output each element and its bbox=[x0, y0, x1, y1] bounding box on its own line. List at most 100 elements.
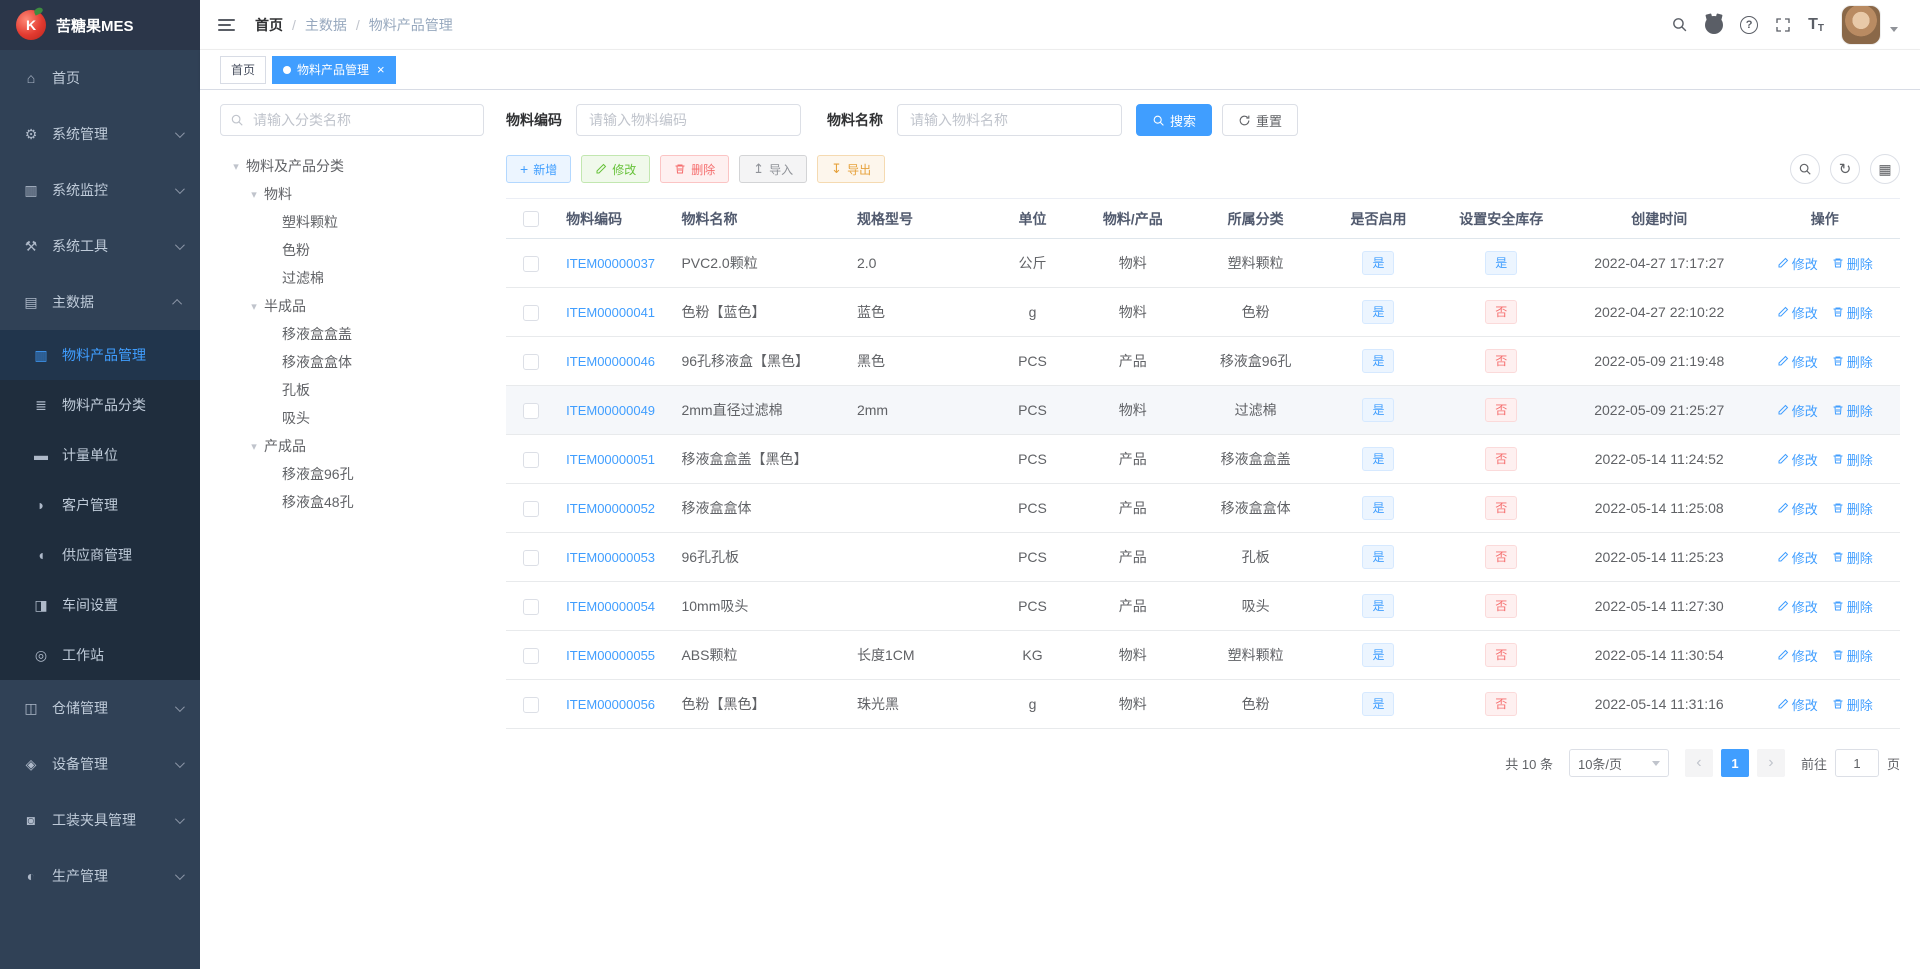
caret-down-icon[interactable]: ▾ bbox=[244, 188, 264, 201]
tree-node[interactable]: ▾色粉 bbox=[220, 236, 484, 264]
row-delete-button[interactable]: 删除 bbox=[1832, 450, 1873, 469]
row-delete-button[interactable]: 删除 bbox=[1832, 548, 1873, 567]
row-delete-button[interactable]: 删除 bbox=[1832, 303, 1873, 322]
row-delete-button[interactable]: 删除 bbox=[1832, 254, 1873, 273]
tab-home[interactable]: 首页 bbox=[220, 55, 267, 84]
tree-node[interactable]: ▾ 产成品 bbox=[220, 432, 484, 460]
material-code-link[interactable]: ITEM00000049 bbox=[566, 403, 655, 418]
row-checkbox[interactable] bbox=[523, 647, 540, 664]
search-button[interactable]: 搜索 bbox=[1136, 104, 1213, 136]
material-code-link[interactable]: ITEM00000041 bbox=[566, 305, 655, 320]
row-delete-button[interactable]: 删除 bbox=[1832, 695, 1873, 714]
refresh-button[interactable] bbox=[1830, 154, 1860, 184]
material-code-link[interactable]: ITEM00000046 bbox=[566, 354, 655, 369]
row-edit-button[interactable]: 修改 bbox=[1777, 499, 1818, 518]
tree-node[interactable]: ▾塑料颗粒 bbox=[220, 208, 484, 236]
toggle-columns-button[interactable] bbox=[1870, 154, 1900, 184]
current-page-button[interactable]: 1 bbox=[1720, 749, 1749, 777]
app-logo[interactable]: 苦糖果MES bbox=[0, 0, 200, 50]
sidebar-subitem-material-product-category[interactable]: ≣ 物料产品分类 bbox=[0, 380, 200, 430]
row-checkbox[interactable] bbox=[523, 549, 540, 566]
tree-node[interactable]: ▾ 物料及产品分类 bbox=[220, 152, 484, 180]
tree-node[interactable]: ▾吸头 bbox=[220, 404, 484, 432]
sidebar-item-warehouse-management[interactable]: ◫ 仓储管理 bbox=[0, 680, 200, 736]
breadcrumb-item[interactable]: 首页 bbox=[255, 15, 283, 35]
import-button[interactable]: 导入 bbox=[739, 155, 808, 183]
caret-down-icon[interactable]: ▾ bbox=[244, 440, 264, 453]
row-edit-button[interactable]: 修改 bbox=[1777, 401, 1818, 420]
material-code-link[interactable]: ITEM00000052 bbox=[566, 501, 655, 516]
row-edit-button[interactable]: 修改 bbox=[1777, 695, 1818, 714]
sidebar-item-fixture-management[interactable]: ◙ 工装夹具管理 bbox=[0, 792, 200, 848]
tree-node[interactable]: ▾移液盒48孔 bbox=[220, 488, 484, 516]
page-size-select[interactable]: 10条/页 bbox=[1568, 749, 1669, 777]
row-checkbox[interactable] bbox=[523, 255, 540, 272]
row-edit-button[interactable]: 修改 bbox=[1777, 352, 1818, 371]
sidebar-item-production-management[interactable]: ◐ 生产管理 bbox=[0, 848, 200, 904]
tree-node[interactable]: ▾移液盒盒盖 bbox=[220, 320, 484, 348]
material-code-link[interactable]: ITEM00000053 bbox=[566, 550, 655, 565]
caret-down-icon[interactable] bbox=[1890, 27, 1898, 36]
select-all-checkbox[interactable] bbox=[523, 211, 540, 228]
row-edit-button[interactable]: 修改 bbox=[1777, 303, 1818, 322]
sidebar-subitem-supplier-management[interactable]: ◖ 供应商管理 bbox=[0, 530, 200, 580]
row-checkbox[interactable] bbox=[523, 451, 540, 468]
material-code-link[interactable]: ITEM00000054 bbox=[566, 599, 655, 614]
tab-material-product-management[interactable]: 物料产品管理 bbox=[272, 55, 396, 84]
caret-down-icon[interactable]: ▾ bbox=[244, 300, 264, 313]
material-code-link[interactable]: ITEM00000051 bbox=[566, 452, 655, 467]
row-edit-button[interactable]: 修改 bbox=[1777, 254, 1818, 273]
row-delete-button[interactable]: 删除 bbox=[1832, 352, 1873, 371]
row-checkbox[interactable] bbox=[523, 598, 540, 615]
edit-button[interactable]: 修改 bbox=[581, 155, 651, 183]
material-name-input[interactable] bbox=[897, 104, 1122, 136]
prev-page-button[interactable] bbox=[1684, 749, 1713, 777]
sidebar-subitem-workshop-settings[interactable]: ◨ 车间设置 bbox=[0, 580, 200, 630]
sidebar-subitem-customer-management[interactable]: ◗ 客户管理 bbox=[0, 480, 200, 530]
sidebar-item-system-tools[interactable]: ⚒ 系统工具 bbox=[0, 218, 200, 274]
row-checkbox[interactable] bbox=[523, 402, 540, 419]
next-page-button[interactable] bbox=[1756, 749, 1785, 777]
row-delete-button[interactable]: 删除 bbox=[1832, 401, 1873, 420]
hamburger-icon[interactable] bbox=[216, 15, 237, 35]
sidebar-item-master-data[interactable]: ▤ 主数据 bbox=[0, 274, 200, 330]
row-checkbox[interactable] bbox=[523, 696, 540, 713]
tree-node[interactable]: ▾移液盒96孔 bbox=[220, 460, 484, 488]
row-delete-button[interactable]: 删除 bbox=[1832, 597, 1873, 616]
sidebar-subitem-material-product-management[interactable]: ▥ 物料产品管理 bbox=[0, 330, 200, 380]
sidebar-subitem-measurement-unit[interactable]: ▬ 计量单位 bbox=[0, 430, 200, 480]
row-edit-button[interactable]: 修改 bbox=[1777, 597, 1818, 616]
row-checkbox[interactable] bbox=[523, 353, 540, 370]
tree-node[interactable]: ▾ 半成品 bbox=[220, 292, 484, 320]
material-code-link[interactable]: ITEM00000037 bbox=[566, 256, 655, 271]
sidebar-item-equipment-management[interactable]: ◈ 设备管理 bbox=[0, 736, 200, 792]
row-edit-button[interactable]: 修改 bbox=[1777, 548, 1818, 567]
goto-page-input[interactable] bbox=[1834, 749, 1879, 777]
caret-down-icon[interactable]: ▾ bbox=[226, 160, 246, 173]
github-icon[interactable] bbox=[1705, 15, 1724, 34]
tree-node[interactable]: ▾移液盒盒体 bbox=[220, 348, 484, 376]
row-checkbox[interactable] bbox=[523, 304, 540, 321]
sidebar-subitem-workstation[interactable]: ◎ 工作站 bbox=[0, 630, 200, 680]
reset-button[interactable]: 重置 bbox=[1222, 104, 1299, 136]
header-search-icon[interactable] bbox=[1671, 16, 1688, 33]
fullscreen-icon[interactable] bbox=[1775, 17, 1791, 33]
export-button[interactable]: 导出 bbox=[817, 155, 886, 183]
font-size-icon[interactable] bbox=[1808, 16, 1824, 34]
help-icon[interactable] bbox=[1740, 15, 1759, 34]
material-code-link[interactable]: ITEM00000056 bbox=[566, 697, 655, 712]
tree-node[interactable]: ▾过滤棉 bbox=[220, 264, 484, 292]
row-checkbox[interactable] bbox=[523, 500, 540, 517]
breadcrumb-item[interactable]: 主数据 bbox=[305, 15, 347, 35]
sidebar-item-home[interactable]: ⌂ 首页 bbox=[0, 50, 200, 106]
sidebar-item-system-management[interactable]: ⚙ 系统管理 bbox=[0, 106, 200, 162]
row-delete-button[interactable]: 删除 bbox=[1832, 646, 1873, 665]
avatar[interactable] bbox=[1841, 4, 1881, 45]
delete-button[interactable]: 删除 bbox=[660, 155, 730, 183]
add-button[interactable]: 新增 bbox=[506, 155, 572, 183]
row-edit-button[interactable]: 修改 bbox=[1777, 646, 1818, 665]
row-edit-button[interactable]: 修改 bbox=[1777, 450, 1818, 469]
material-code-link[interactable]: ITEM00000055 bbox=[566, 648, 655, 663]
category-search-input[interactable] bbox=[220, 104, 484, 136]
tree-node[interactable]: ▾ 物料 bbox=[220, 180, 484, 208]
